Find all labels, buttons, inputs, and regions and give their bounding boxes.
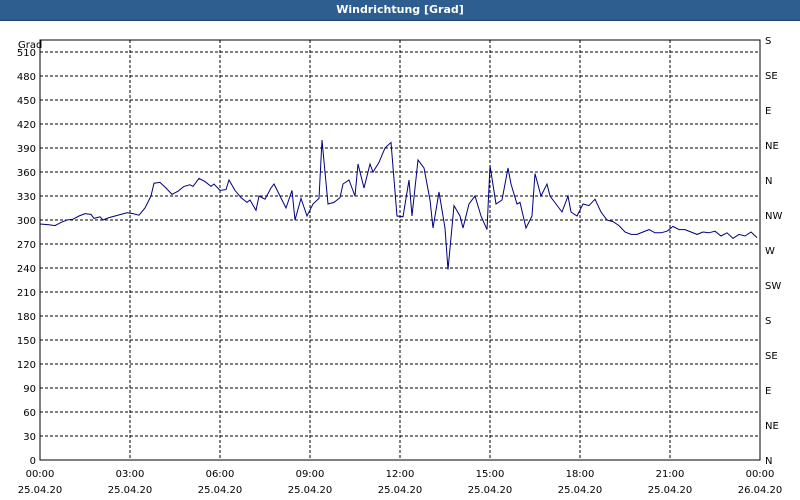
- x-tick-time: 00:00: [746, 469, 775, 480]
- x-tick-time: 21:00: [656, 469, 685, 480]
- y-tick-label: 30: [23, 432, 36, 443]
- y-tick-label: 180: [17, 312, 36, 323]
- right-tick-label: NE: [765, 421, 779, 432]
- x-tick-date: 25.04.20: [648, 485, 693, 496]
- y-tick-label: 390: [17, 144, 36, 155]
- x-tick-time: 12:00: [386, 469, 415, 480]
- x-tick-date: 25.04.20: [378, 485, 423, 496]
- y-tick-label: 240: [17, 264, 36, 275]
- right-tick-label: W: [765, 246, 775, 257]
- x-tick-time: 09:00: [296, 469, 325, 480]
- y-tick-label: 360: [17, 168, 36, 179]
- y-tick-labels: 0 30 60 90 120 150 180 210 240 270 300 330 360 390 420…: [17, 48, 36, 467]
- y-tick-label: 120: [17, 360, 36, 371]
- right-tick-label: E: [765, 106, 771, 117]
- y-tick-label: 60: [23, 408, 36, 419]
- y-tick-label: 210: [17, 288, 36, 299]
- y-tick-label: 330: [17, 192, 36, 203]
- right-tick-label: SW: [765, 281, 781, 292]
- x-tick-time: 15:00: [476, 469, 505, 480]
- right-tick-label: S: [765, 36, 771, 47]
- grid: [40, 40, 760, 460]
- series-group: [39, 139, 758, 270]
- y-tick-label: 510: [17, 48, 36, 59]
- y-tick-label: 0: [30, 456, 36, 467]
- y-tick-label: 270: [17, 240, 36, 251]
- y-tick-label: 420: [17, 120, 36, 131]
- y-tick-label: 300: [17, 216, 36, 227]
- x-tick-date: 25.04.20: [18, 485, 63, 496]
- x-tick-date: 25.04.20: [558, 485, 603, 496]
- x-tick-time: 18:00: [566, 469, 595, 480]
- right-tick-label: NE: [765, 141, 779, 152]
- right-tick-label: SE: [765, 71, 778, 82]
- y-tick-label: 90: [23, 384, 36, 395]
- x-tick-date: 25.04.20: [468, 485, 513, 496]
- right-tick-labels: N NE E SE S SW W NW N NE E SE S: [765, 36, 782, 467]
- right-tick-label: E: [765, 386, 771, 397]
- x-tick-time: 00:00: [26, 469, 55, 480]
- right-tick-label: N: [765, 456, 772, 467]
- y-tick-label: 480: [17, 72, 36, 83]
- right-tick-label: S: [765, 316, 771, 327]
- y-tick-label: 450: [17, 96, 36, 107]
- x-tick-labels: 00:00 25.04.20 03:00 25.04.20 06:00 25.04.20 0…: [18, 469, 783, 496]
- x-tick-date: 25.04.20: [198, 485, 243, 496]
- series-line: [39, 139, 758, 270]
- x-tick-time: 06:00: [206, 469, 235, 480]
- chart-svg: Grad 03060901201501802102402703003303603…: [17, 36, 783, 496]
- right-tick-label: NW: [765, 211, 782, 222]
- x-tick-date: 25.04.20: [288, 485, 333, 496]
- x-tick-date: 26.04.20: [738, 485, 783, 496]
- right-tick-label: SE: [765, 351, 778, 362]
- x-tick-date: 25.04.20: [108, 485, 153, 496]
- right-tick-label: N: [765, 176, 772, 187]
- x-tick-time: 03:00: [116, 469, 145, 480]
- y-tick-label: 150: [17, 336, 36, 347]
